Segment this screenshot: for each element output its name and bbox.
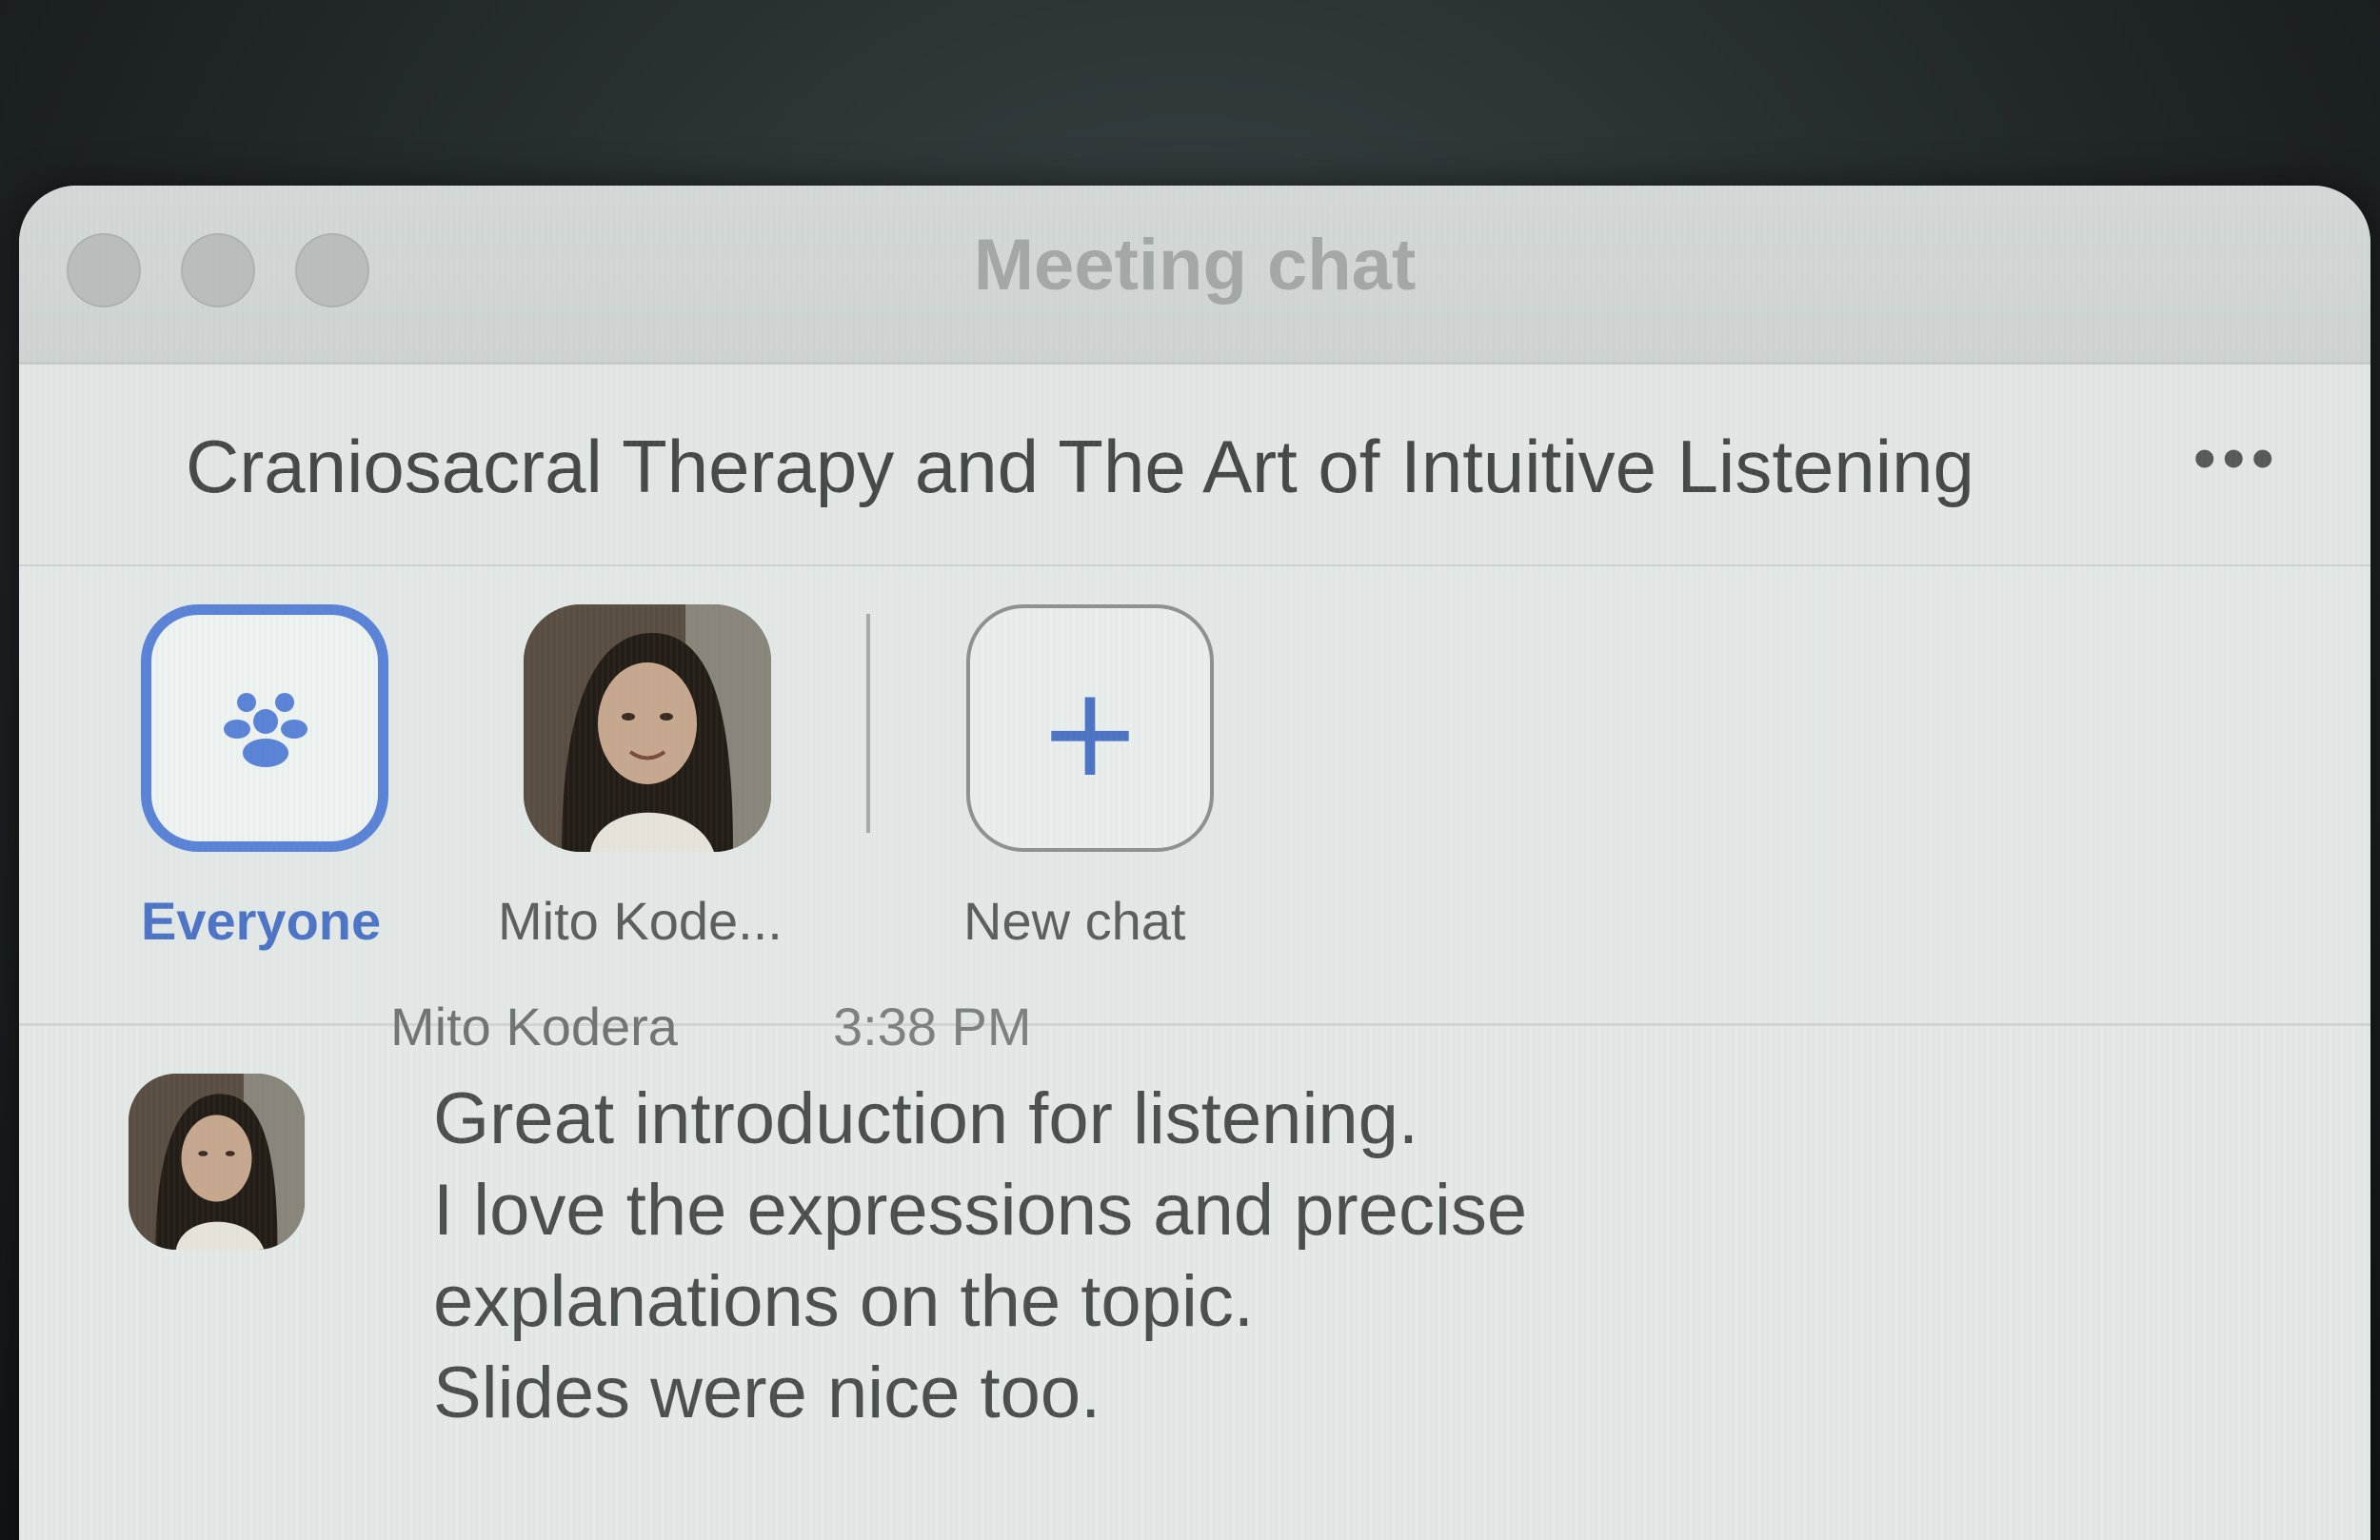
mito-label[interactable]: Mito Kode...	[498, 890, 783, 952]
message-body: Great introduction for listening. I love…	[433, 1074, 1527, 1439]
window-title: Meeting chat	[973, 225, 1417, 306]
meeting-chat-window: Meeting chat Craniosacral Therapy and Th…	[19, 186, 2370, 1540]
recipient-divider	[866, 614, 870, 833]
plus-icon: +	[1038, 660, 1142, 804]
everyone-recipient-button[interactable]	[141, 604, 388, 852]
message-line: Great introduction for listening.	[433, 1078, 1418, 1159]
message-time: 3:38 PM	[833, 997, 1032, 1056]
avatar-photo	[524, 604, 771, 852]
recipient-selector: + Everyone Mito Kode... New chat	[19, 566, 2370, 951]
message-list[interactable]: Mito Kodera 3:38 PM Great introduction f…	[19, 997, 2370, 1540]
message-line: explanations on the topic.	[433, 1261, 1254, 1342]
meeting-title: Craniosacral Therapy and The Art of Intu…	[186, 424, 1974, 508]
sender-avatar	[129, 1074, 305, 1250]
title-bar: Meeting chat	[19, 186, 2370, 365]
message-line: Slides were nice too.	[433, 1352, 1101, 1433]
chat-header: Craniosacral Therapy and The Art of Intu…	[19, 365, 2370, 567]
everyone-label[interactable]: Everyone	[141, 890, 381, 952]
screen-photo: Meeting chat Craniosacral Therapy and Th…	[0, 0, 2380, 1540]
new-chat-button[interactable]: +	[966, 604, 1214, 852]
mito-recipient-avatar[interactable]	[524, 604, 771, 852]
more-options-icon[interactable]: •••	[2192, 424, 2280, 491]
message-line: I love the expressions and precise	[433, 1170, 1528, 1251]
message-sender: Mito Kodera	[390, 997, 678, 1056]
new-chat-label[interactable]: New chat	[963, 890, 1185, 952]
people-group-icon	[224, 693, 307, 767]
avatar-photo	[129, 1074, 305, 1250]
